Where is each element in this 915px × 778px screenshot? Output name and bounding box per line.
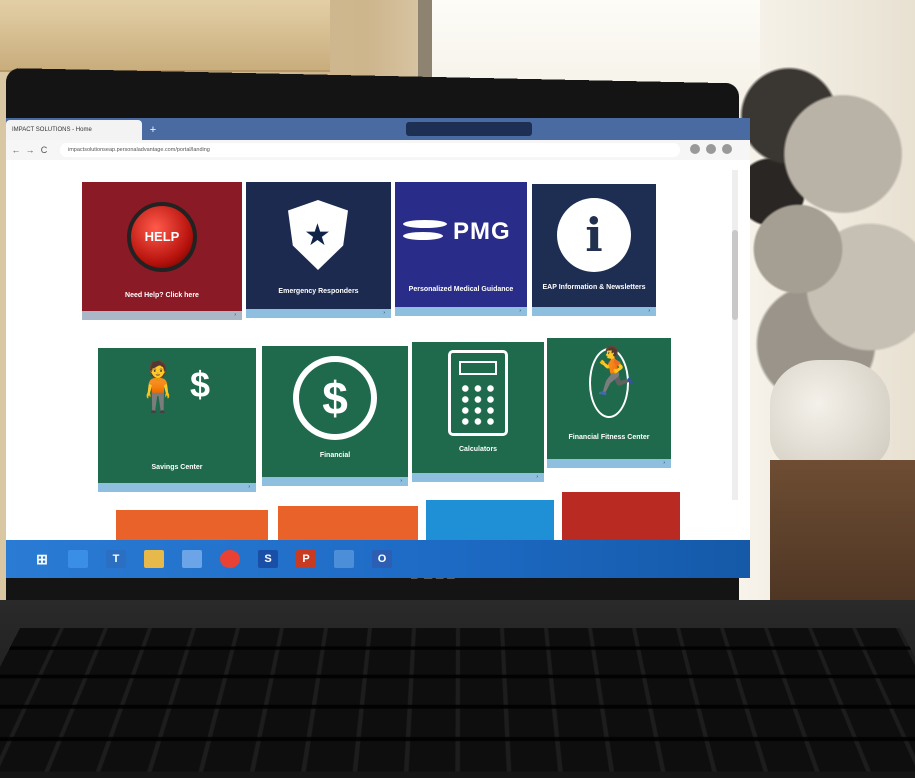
- tile-financial[interactable]: $ Financial ›: [262, 346, 408, 486]
- tile-label: Savings Center: [151, 464, 203, 471]
- tile-footer: ›: [412, 473, 544, 482]
- pmg-logo-icon: [403, 220, 447, 228]
- windows-start-icon[interactable]: ⊞: [32, 550, 52, 568]
- tile-label: Calculators: [458, 446, 498, 453]
- extension-icon[interactable]: [690, 144, 700, 154]
- new-tab-button[interactable]: +: [146, 123, 160, 137]
- pmg-logo-wave-icon: [403, 232, 443, 240]
- tile-label: Financial Fitness Center: [568, 434, 650, 441]
- pmg-logo-text: PMG: [453, 218, 511, 245]
- tile-financial-fitness-center[interactable]: 🏃 Financial Fitness Center ›: [547, 338, 671, 468]
- tile-label: Personalized Medical Guidance: [408, 286, 514, 293]
- tile-footer: ›: [395, 307, 527, 316]
- tile-footer: ›: [246, 309, 391, 318]
- calculator-icon: [448, 350, 508, 436]
- dollar-circle-icon: $: [293, 356, 377, 440]
- help-button-icon: HELP: [127, 202, 197, 272]
- laptop-screen: IMPACT SOLUTIONS - Home + ← → C impactso…: [6, 118, 750, 578]
- tile-need-help[interactable]: HELP Need Help? Click here ›: [82, 182, 242, 320]
- skype-business-icon[interactable]: S: [258, 550, 278, 568]
- outlook-icon[interactable]: O: [372, 550, 392, 568]
- tile-calculators[interactable]: Calculators ›: [412, 342, 544, 482]
- person-dollar-icon: 🧍: [128, 361, 188, 414]
- profile-icon[interactable]: [706, 144, 716, 154]
- jumping-person-icon: 🏃: [585, 345, 643, 397]
- scrollbar[interactable]: [732, 170, 738, 500]
- url-field[interactable]: impactsolutionseap.personaladvantage.com…: [60, 143, 680, 157]
- tile-label: Financial: [319, 452, 351, 459]
- address-bar: ← → C impactsolutionseap.personaladvanta…: [6, 140, 750, 161]
- tile-eap-information[interactable]: i EAP Information & Newsletters ›: [532, 184, 656, 316]
- back-button[interactable]: ←: [10, 143, 22, 157]
- tile-footer: ›: [262, 477, 408, 486]
- tile-footer: ›: [532, 307, 656, 316]
- network-app-icon[interactable]: [334, 550, 354, 568]
- reload-button[interactable]: C: [38, 143, 50, 157]
- tile-label: Emergency Responders: [278, 288, 359, 295]
- chrome-icon[interactable]: [220, 550, 240, 568]
- tile-savings-center[interactable]: 🧍 $ Savings Center ›: [98, 348, 256, 492]
- calculator-screen: [459, 361, 497, 375]
- tile-footer: ›: [547, 459, 671, 468]
- white-vase: [770, 360, 890, 470]
- windows-taskbar: ⊞ T S P O: [6, 540, 750, 578]
- tile-emergency-responders[interactable]: ★ Emergency Responders ›: [246, 182, 391, 318]
- window-control-bar: [406, 122, 532, 136]
- tile-label: Need Help? Click here: [125, 292, 199, 299]
- notes-app-icon[interactable]: T: [106, 550, 126, 568]
- menu-icon[interactable]: [722, 144, 732, 154]
- browser-tab[interactable]: IMPACT SOLUTIONS - Home: [6, 120, 142, 140]
- tile-footer: ›: [98, 483, 256, 492]
- star-icon: ★: [304, 219, 331, 252]
- tile-label: EAP Information & Newsletters: [542, 284, 646, 291]
- calculator-app-icon[interactable]: [182, 550, 202, 568]
- portal-content: HELP Need Help? Click here › ★ Emergency…: [6, 160, 750, 550]
- file-explorer-icon[interactable]: [68, 550, 88, 568]
- forward-button[interactable]: →: [24, 143, 36, 157]
- browser-tab-strip: IMPACT SOLUTIONS - Home +: [6, 118, 750, 140]
- folder-icon[interactable]: [144, 550, 164, 568]
- wood-table: [770, 460, 915, 620]
- tile-personalized-medical-guidance[interactable]: PMG Personalized Medical Guidance ›: [395, 182, 527, 316]
- calculator-keys: [459, 383, 497, 427]
- dollar-sign-icon: $: [190, 364, 212, 405]
- powerpoint-icon[interactable]: P: [296, 550, 316, 568]
- keyboard-keys: [0, 628, 915, 772]
- kitchen-cabinet: [0, 0, 330, 72]
- scrollbar-thumb[interactable]: [732, 230, 738, 320]
- info-icon: i: [557, 198, 631, 272]
- tile-footer: ›: [82, 311, 242, 320]
